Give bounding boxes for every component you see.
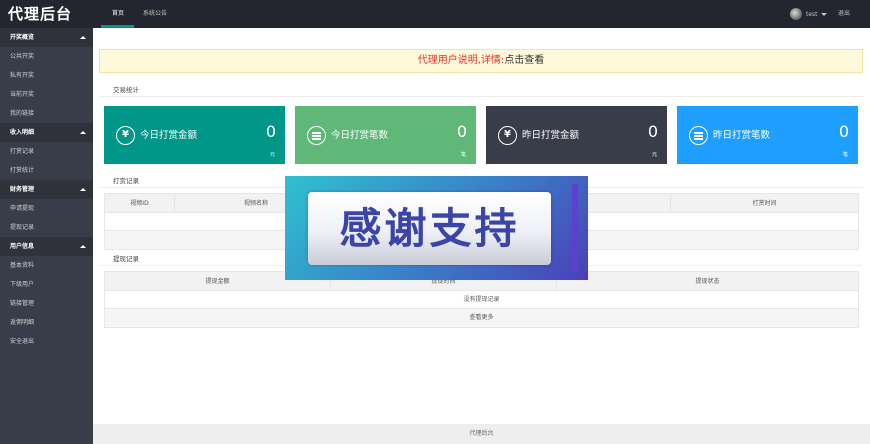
banner-text: 感谢支持: [339, 204, 520, 253]
stat-card-value: 0: [456, 122, 467, 141]
banner-edge: [572, 184, 578, 272]
stat-card-yesterday-amount: ¥ 昨日打赏金额 0 元: [486, 106, 667, 164]
sidebar-item-profile[interactable]: 基本资料: [0, 256, 93, 275]
column-header: 视频ID: [105, 194, 175, 212]
sidebar-item-public-draw[interactable]: 公共开奖: [0, 47, 93, 66]
sidebar-group-user[interactable]: 用户信息: [0, 237, 93, 256]
yuan-icon: ¥: [498, 126, 517, 145]
sidebar-item-link-manage[interactable]: 链接管理: [0, 294, 93, 313]
sidebar-item-tip-stats[interactable]: 打赏统计: [0, 161, 93, 180]
stat-card-unit: 笔: [460, 152, 466, 158]
chevron-up-icon: [80, 245, 86, 248]
notice-link[interactable]: 点击查看: [504, 55, 544, 66]
sidebar-item-my-links[interactable]: 我的链接: [0, 104, 93, 123]
sidebar-group-income[interactable]: 收入明细: [0, 123, 93, 142]
nav-home[interactable]: 首页: [112, 0, 124, 28]
notice-text: 代理用户说明,详情:: [417, 55, 505, 66]
stat-card-unit: 元: [269, 152, 275, 158]
stats-title: 交易统计: [113, 86, 139, 94]
sidebar-item-tip-records[interactable]: 打赏记录: [0, 142, 93, 161]
caret-down-icon: [820, 12, 827, 16]
sidebar-group-label: 财务管理: [10, 186, 35, 193]
logout-link[interactable]: 退出: [838, 0, 850, 28]
stat-card-value: 0: [838, 122, 849, 141]
divider: [99, 96, 863, 97]
notice-bar[interactable]: 代理用户说明,详情:点击查看: [99, 49, 863, 73]
sidebar-group-label: 开奖概览: [10, 34, 35, 41]
user-menu[interactable]: test: [790, 7, 827, 21]
app-logo[interactable]: 代理后台: [0, 0, 93, 28]
sidebar-item-current-draw[interactable]: 当前开奖: [0, 85, 93, 104]
list-icon: [307, 126, 326, 145]
chevron-up-icon: [80, 131, 86, 134]
withdraw-records-title: 提现记录: [113, 255, 139, 263]
avatar: [790, 8, 802, 20]
stat-card-today-count: 今日打赏笔数 0 笔: [295, 106, 476, 164]
sidebar-group-label: 收入明细: [10, 129, 35, 136]
sidebar-item-commission[interactable]: 返佣明细: [0, 313, 93, 332]
stat-card-label: 今日打赏笔数: [331, 130, 389, 141]
stat-card-label: 今日打赏金额: [140, 130, 198, 141]
sidebar-group-draws[interactable]: 开奖概览: [0, 28, 93, 47]
thanks-banner: 感谢支持: [285, 176, 588, 280]
chevron-up-icon: [80, 188, 86, 191]
list-icon: [689, 126, 708, 145]
nav-active-indicator: [101, 25, 134, 28]
stat-card-value: 0: [647, 122, 658, 141]
sidebar-item-withdraw-records[interactable]: 提现记录: [0, 218, 93, 237]
sidebar-item-private-draw[interactable]: 私有开奖: [0, 66, 93, 85]
banner-plate: 感谢支持: [308, 192, 551, 265]
stat-card-yesterday-count: 昨日打赏笔数 0 笔: [677, 106, 858, 164]
username: test: [806, 10, 818, 18]
footer: 代理后台: [93, 424, 870, 444]
stat-card-today-amount: ¥ 今日打赏金额 0 元: [104, 106, 285, 164]
sidebar-item-safe-logout[interactable]: 安全退出: [0, 332, 93, 351]
view-more-link[interactable]: 查看更多: [105, 309, 858, 327]
sidebar-item-withdraw-apply[interactable]: 申请提现: [0, 199, 93, 218]
sidebar-group-finance[interactable]: 财务管理: [0, 180, 93, 199]
chevron-up-icon: [80, 36, 86, 39]
empty-row: 没有提现记录: [105, 291, 858, 309]
yuan-icon: ¥: [116, 126, 135, 145]
stat-card-label: 昨日打赏笔数: [713, 130, 771, 141]
sidebar: 开奖概览 公共开奖 私有开奖 当前开奖 我的链接 收入明细 打赏记录 打赏统计 …: [0, 28, 93, 444]
sidebar-group-label: 用户信息: [10, 243, 35, 250]
column-header: 打赏时间: [752, 200, 777, 207]
nav-announcements[interactable]: 系统公告: [143, 0, 167, 28]
top-header: 代理后台 首页 系统公告 test 退出: [0, 0, 870, 28]
stat-card-unit: 笔: [842, 152, 848, 158]
column-header: 提现状态: [695, 278, 720, 285]
stat-card-value: 0: [265, 122, 276, 141]
tip-records-title: 打赏记录: [113, 177, 139, 185]
stat-card-unit: 元: [651, 152, 657, 158]
sidebar-item-sub-users[interactable]: 下级用户: [0, 275, 93, 294]
stat-card-label: 昨日打赏金额: [522, 130, 580, 141]
